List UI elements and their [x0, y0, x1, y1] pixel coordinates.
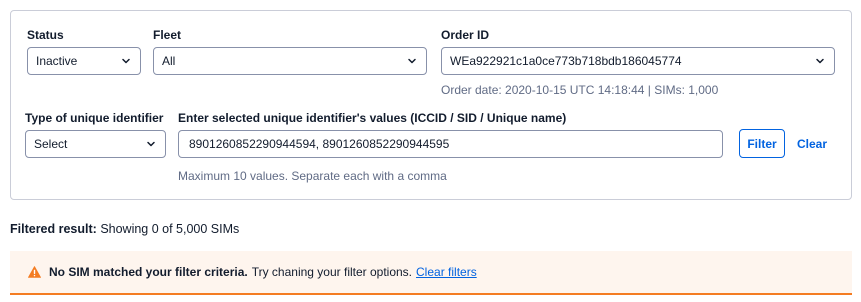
filtered-result-count: Showing 0 of 5,000 SIMs	[100, 222, 240, 236]
order-id-label: Order ID	[441, 28, 490, 42]
identifier-values-label: Enter selected unique identifier's value…	[178, 111, 567, 125]
identifier-type-value: Select	[34, 137, 68, 151]
order-id-select[interactable]: WEa922921c1a0ce773b718bdb186045774	[441, 47, 835, 75]
warning-icon	[28, 265, 42, 279]
fleet-label: Fleet	[153, 28, 182, 42]
filtered-result: Filtered result: Showing 0 of 5,000 SIMs	[10, 222, 239, 236]
filtered-result-label: Filtered result:	[10, 222, 97, 236]
chevron-down-icon	[120, 55, 132, 67]
status-value: Inactive	[36, 54, 78, 68]
identifier-values-help: Maximum 10 values. Separate each with a …	[178, 169, 447, 183]
order-id-value: WEa922921c1a0ce773b718bdb186045774	[450, 54, 682, 68]
fleet-value: All	[162, 54, 176, 68]
identifier-type-select[interactable]: Select	[25, 130, 166, 158]
order-meta: Order date: 2020-10-15 UTC 14:18:44 | SI…	[441, 83, 719, 97]
status-label: Status	[27, 28, 64, 42]
identifier-values-input[interactable]: 8901260852290944594, 8901260852290944595	[178, 130, 723, 158]
filter-button[interactable]: Filter	[739, 129, 785, 158]
no-match-alert: No SIM matched your filter criteria. Try…	[10, 251, 852, 295]
alert-message: Try chaning your filter options.	[251, 265, 413, 279]
chevron-down-icon	[145, 138, 157, 150]
status-select[interactable]: Inactive	[27, 47, 141, 75]
fleet-select[interactable]: All	[153, 47, 427, 75]
identifier-type-label: Type of unique identifier	[25, 111, 164, 125]
chevron-down-icon	[406, 55, 418, 67]
filter-panel: Status Inactive Fleet All Order ID WEa92…	[10, 10, 852, 200]
clear-filters-link[interactable]: Clear filters	[416, 265, 477, 279]
alert-title: No SIM matched your filter criteria.	[49, 265, 248, 279]
clear-button[interactable]: Clear	[797, 137, 827, 151]
chevron-down-icon	[814, 55, 826, 67]
